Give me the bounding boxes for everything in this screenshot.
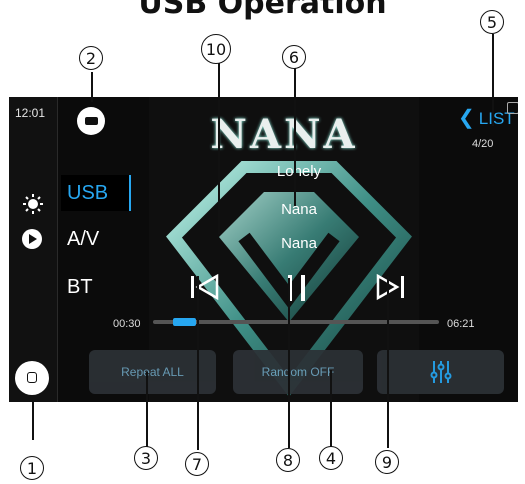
eq-icon xyxy=(430,361,451,383)
leader-3 xyxy=(146,372,148,448)
callout-7: 7 xyxy=(185,452,209,476)
prev-icon xyxy=(191,276,194,298)
brightness-icon[interactable] xyxy=(22,193,44,215)
equalizer-button[interactable] xyxy=(377,350,504,394)
source-av[interactable]: A/V xyxy=(61,221,131,257)
callout-3: 3 xyxy=(134,446,158,470)
leader-6 xyxy=(294,68,296,206)
next-button[interactable] xyxy=(374,272,406,302)
leader-2 xyxy=(91,72,93,102)
track-count: 4/20 xyxy=(472,138,494,150)
callout-2: 2 xyxy=(79,46,103,70)
play-icon[interactable] xyxy=(22,229,42,249)
elapsed-time: 00:30 xyxy=(113,318,141,330)
progress-bar[interactable] xyxy=(153,318,439,326)
page-title: USB Operation xyxy=(138,0,387,21)
callout-5: 5 xyxy=(480,10,504,34)
head-unit-screen: 12:01 USB A/V BT NANA Lonely Nana Nana ❮… xyxy=(9,97,518,402)
source-bt[interactable]: BT xyxy=(61,269,131,305)
leader-10 xyxy=(218,58,220,234)
artist-logo: NANA xyxy=(210,111,358,158)
clock: 12:01 xyxy=(15,106,46,120)
leader-8 xyxy=(288,278,290,448)
callout-1: 1 xyxy=(20,456,44,480)
home-icon[interactable] xyxy=(15,361,49,395)
chevron-left-icon: ❮ xyxy=(458,107,475,129)
leader-9 xyxy=(387,276,389,448)
callout-8: 8 xyxy=(276,448,300,472)
callout-4: 4 xyxy=(319,446,343,470)
side-bar: 12:01 xyxy=(9,97,58,402)
track-album: Nana xyxy=(281,235,317,252)
callout-10: 10 xyxy=(201,34,231,64)
leader-7 xyxy=(197,276,199,450)
leader-5 xyxy=(492,34,494,126)
leader-1 xyxy=(32,400,34,440)
callout-6: 6 xyxy=(282,45,306,69)
total-time: 06:21 xyxy=(447,318,475,330)
fullscreen-icon[interactable] xyxy=(507,102,518,114)
usb-icon xyxy=(77,107,105,135)
source-usb[interactable]: USB xyxy=(61,175,131,211)
prev-button[interactable] xyxy=(189,272,221,302)
leader-4 xyxy=(330,370,332,448)
callout-9: 9 xyxy=(375,450,399,474)
progress-fill xyxy=(173,318,196,326)
random-button[interactable]: Random OFF xyxy=(233,350,363,394)
